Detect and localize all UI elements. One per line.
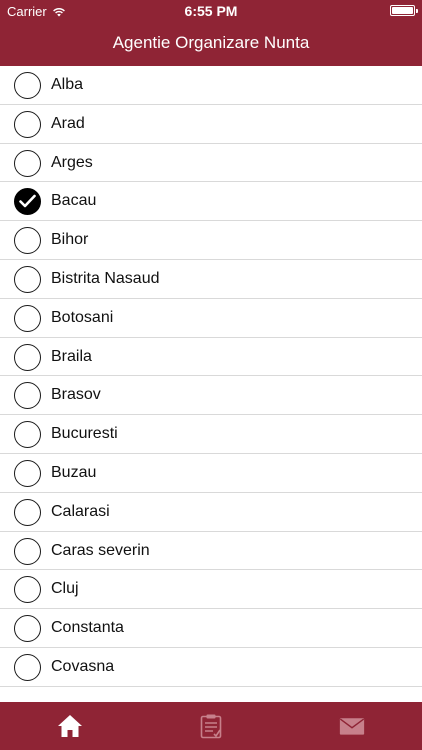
list-item-label: Arges bbox=[51, 153, 93, 171]
radio-unchecked-icon[interactable] bbox=[14, 382, 41, 410]
list-item[interactable]: Brasov bbox=[0, 376, 422, 416]
list-item[interactable]: Calarasi bbox=[0, 493, 422, 532]
radio-unchecked-icon[interactable] bbox=[14, 343, 41, 371]
radio-unchecked-icon[interactable] bbox=[14, 421, 41, 449]
list-item-label: Bucuresti bbox=[51, 425, 118, 443]
list-item[interactable]: Arad bbox=[0, 105, 422, 144]
list-item[interactable]: Bucuresti bbox=[0, 415, 422, 454]
radio-unchecked-icon[interactable] bbox=[14, 72, 41, 99]
list-item-label: Calarasi bbox=[51, 502, 110, 520]
list-item-label: Braila bbox=[51, 347, 92, 365]
list-item-label: Botosani bbox=[51, 308, 114, 326]
list-item[interactable]: Bacau bbox=[0, 182, 422, 222]
list-item-label: Arad bbox=[51, 114, 85, 132]
list-item[interactable]: Braila bbox=[0, 338, 422, 377]
radio-checked-icon[interactable] bbox=[14, 188, 41, 216]
list-item-label: Bacau bbox=[51, 192, 97, 210]
radio-unchecked-icon[interactable] bbox=[14, 110, 41, 138]
list-item[interactable]: Buzau bbox=[0, 454, 422, 493]
tab-home[interactable] bbox=[0, 702, 141, 750]
tab-orders[interactable] bbox=[141, 702, 282, 750]
list-item[interactable]: Bistrita Nasaud bbox=[0, 260, 422, 299]
header-bar: Carrier 6:55 PM Agentie Organizare Nunta bbox=[0, 0, 422, 66]
list-item-label: Bihor bbox=[51, 231, 89, 249]
list-item-label: Covasna bbox=[51, 657, 115, 675]
checkmark-icon bbox=[19, 195, 36, 208]
tab-bar bbox=[0, 702, 422, 750]
radio-unchecked-icon[interactable] bbox=[14, 537, 41, 565]
list-item[interactable]: Cluj bbox=[0, 570, 422, 610]
list-item[interactable]: Caras severin bbox=[0, 532, 422, 571]
home-icon bbox=[58, 715, 83, 737]
radio-unchecked-icon[interactable] bbox=[14, 576, 41, 604]
radio-unchecked-icon[interactable] bbox=[14, 498, 41, 526]
radio-unchecked-icon[interactable] bbox=[14, 227, 41, 255]
radio-unchecked-icon[interactable] bbox=[14, 265, 41, 293]
list-item[interactable]: Bihor bbox=[0, 221, 422, 260]
clipboard-icon bbox=[200, 714, 222, 739]
list-item-label: Bistrita Nasaud bbox=[51, 269, 160, 287]
tab-indicator bbox=[0, 700, 141, 702]
county-list[interactable]: Alba Arad Arges Bacau Bihor Bistrita Nasaud Bo… bbox=[0, 66, 422, 702]
list-item-label: Constanta bbox=[51, 619, 124, 637]
battery-icon bbox=[390, 5, 418, 16]
mail-icon bbox=[339, 718, 364, 735]
list-item[interactable]: Covasna bbox=[0, 648, 422, 687]
list-item-label: Brasov bbox=[51, 386, 101, 404]
list-item[interactable]: Constanta bbox=[0, 609, 422, 648]
status-bar: Carrier 6:55 PM bbox=[0, 0, 422, 22]
list-item[interactable]: Arges bbox=[0, 144, 422, 183]
radio-unchecked-icon[interactable] bbox=[14, 149, 41, 177]
page-title: Agentie Organizare Nunta bbox=[112, 33, 310, 52]
status-time: 6:55 PM bbox=[184, 3, 238, 19]
radio-unchecked-icon[interactable] bbox=[14, 653, 41, 681]
list-item[interactable]: Botosani bbox=[0, 299, 422, 338]
list-item-label: Caras severin bbox=[51, 541, 150, 559]
list-item-label: Buzau bbox=[51, 463, 97, 481]
radio-unchecked-icon[interactable] bbox=[14, 459, 41, 487]
list-item-label: Cluj bbox=[51, 580, 79, 598]
radio-unchecked-icon[interactable] bbox=[14, 304, 41, 332]
list-item[interactable]: Alba bbox=[0, 66, 422, 105]
list-item-label: Alba bbox=[51, 76, 84, 93]
tab-contact[interactable] bbox=[281, 702, 422, 750]
radio-unchecked-icon[interactable] bbox=[14, 615, 41, 643]
